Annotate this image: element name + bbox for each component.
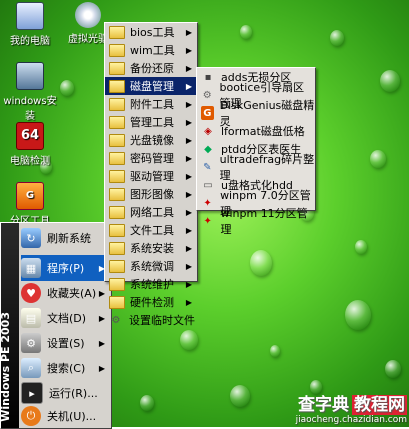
start-item-favorites[interactable]: ♥ 收藏夹(A) ▶ (21, 280, 109, 306)
chevron-right-icon: ▶ (98, 363, 105, 373)
menu-item-backup-restore[interactable]: 备份还原 ▶ (105, 59, 197, 77)
programs-icon: ▦ (21, 258, 41, 278)
disc-icon (75, 2, 101, 28)
chevron-right-icon: ▶ (185, 117, 192, 127)
chevron-right-icon: ▶ (185, 261, 192, 271)
folder-icon (109, 259, 125, 273)
menu-item-wim-tools[interactable]: wim工具 ▶ (105, 41, 197, 59)
desktop-icon-windows-setup[interactable]: windows安装 (0, 62, 60, 122)
folder-icon (109, 277, 125, 291)
start-menu: Windows PE 2003 ↻ 刷新系统 ▦ 程序(P) ▶ ♥ 收藏夹(A… (0, 222, 112, 429)
folder-icon (109, 169, 125, 183)
chevron-right-icon: ▶ (185, 279, 192, 289)
start-item-refresh[interactable]: ↻ 刷新系统 (21, 225, 109, 251)
menu-item-winpm11[interactable]: ✦ winpm 11分区管理 (197, 207, 315, 236)
partition-manager-icon: ✦ (203, 215, 212, 227)
start-item-documents[interactable]: ▤ 文档(D) ▶ (21, 305, 109, 331)
start-item-programs[interactable]: ▦ 程序(P) ▶ (21, 255, 109, 281)
settings-icon: ⚙ (111, 314, 121, 326)
menu-item-file-tools[interactable]: 文件工具 ▶ (105, 221, 197, 239)
chevron-right-icon: ▶ (185, 81, 192, 91)
menu-item-temp-file-settings[interactable]: ⚙ 设置临时文件 (105, 311, 197, 329)
folder-icon (109, 223, 125, 237)
start-item-search[interactable]: ⌕ 搜索(C) ▶ (21, 355, 109, 381)
desktop-icon-partition-tool[interactable]: G 分区工具 (0, 182, 60, 227)
menu-item-system-install[interactable]: 系统安装 ▶ (105, 239, 197, 257)
start-item-shutdown[interactable]: ⏻ 关机(U)... (21, 403, 109, 429)
format-icon: ◈ (204, 125, 212, 137)
folder-icon (109, 115, 125, 129)
chevron-right-icon: ▶ (185, 99, 192, 109)
folder-icon (109, 97, 125, 111)
menu-item-system-maintenance[interactable]: 系统维护 ▶ (105, 275, 197, 293)
defrag-icon: ✎ (203, 161, 212, 173)
chevron-right-icon: ▶ (185, 153, 192, 163)
documents-icon: ▤ (21, 308, 41, 328)
chevron-right-icon: ▶ (185, 27, 192, 37)
heart-icon: ♥ (21, 283, 41, 303)
settings-icon: ⚙ (21, 333, 41, 353)
usb-icon: ▭ (203, 179, 213, 191)
chevron-right-icon: ▶ (185, 45, 192, 55)
menu-item-ultradefrag[interactable]: ✎ ultradefrag碎片整理 (197, 153, 315, 182)
folder-icon (109, 151, 125, 165)
partition-table-icon: ◆ (204, 143, 212, 155)
menu-item-network-tools[interactable]: 网络工具 ▶ (105, 203, 197, 221)
menu-item-admin-tools[interactable]: 管理工具 ▶ (105, 113, 197, 131)
chevron-right-icon: ▶ (185, 225, 192, 235)
folder-icon (109, 133, 125, 147)
chevron-right-icon: ▶ (185, 135, 192, 145)
folder-icon (109, 25, 125, 39)
menu-item-graphics[interactable]: 图形图像 ▶ (105, 185, 197, 203)
desktop-icon-pc-check[interactable]: 64 电脑检测 (0, 122, 60, 167)
menu-item-accessories[interactable]: 附件工具 ▶ (105, 95, 197, 113)
menu-item-driver-management[interactable]: 驱动管理 ▶ (105, 167, 197, 185)
menu-item-diskgenius[interactable]: G DiskGenius磁盘精灵 (197, 99, 315, 128)
chevron-right-icon: ▶ (185, 207, 192, 217)
partition-manager-icon: ✦ (203, 197, 212, 209)
programs-menu: bios工具 ▶ wim工具 ▶ 备份还原 ▶ 磁盘管理 ▶ 附件工具 ▶ 管理工具 ▶ 光… (104, 22, 198, 327)
folder-icon (109, 43, 125, 57)
folder-icon (109, 79, 125, 93)
start-menu-sidebar: Windows PE 2003 (0, 223, 19, 428)
menu-item-disc-image[interactable]: 光盘镜像 ▶ (105, 131, 197, 149)
folder-icon (109, 205, 125, 219)
computer-icon (16, 2, 44, 30)
chevron-right-icon: ▶ (185, 171, 192, 181)
menu-item-lformat[interactable]: ◈ lformat磁盘低格 (197, 122, 315, 140)
start-item-settings[interactable]: ⚙ 设置(S) ▶ (21, 330, 109, 356)
folder-icon (109, 241, 125, 255)
pc-check-icon: 64 (16, 122, 44, 150)
folder-icon (109, 61, 125, 75)
folder-icon (109, 295, 125, 309)
menu-item-disk-management[interactable]: 磁盘管理 ▶ (105, 77, 197, 95)
chevron-right-icon: ▶ (185, 243, 192, 253)
chevron-right-icon: ▶ (98, 338, 105, 348)
menu-item-system-tweak[interactable]: 系统微调 ▶ (105, 257, 197, 275)
desktop-icon-my-computer[interactable]: 我的电脑 (0, 2, 60, 47)
run-icon: ▸ (21, 382, 43, 404)
partition-icon: ▪ (204, 71, 212, 83)
menu-item-password-management[interactable]: 密码管理 ▶ (105, 149, 197, 167)
search-icon: ⌕ (21, 358, 41, 378)
menu-item-bios-tools[interactable]: bios工具 ▶ (105, 23, 197, 41)
refresh-icon: ↻ (21, 228, 41, 248)
partition-tool-icon: G (16, 182, 44, 210)
folder-icon (109, 187, 125, 201)
chevron-right-icon: ▶ (185, 297, 192, 307)
gear-icon: ⚙ (202, 89, 212, 101)
menu-item-hardware-check[interactable]: 硬件检测 ▶ (105, 293, 197, 311)
diskgenius-icon: G (201, 106, 214, 120)
disk-management-menu: ▪ adds无损分区 ⚙ bootice引导扇区管理 G DiskGenius磁盘精灵… (196, 67, 316, 236)
power-icon: ⏻ (21, 406, 41, 426)
setup-icon (16, 62, 44, 90)
chevron-right-icon: ▶ (185, 63, 192, 73)
chevron-right-icon: ▶ (185, 189, 192, 199)
watermark: 查字典 教程网 jiaocheng.chazidian.com (295, 395, 407, 425)
